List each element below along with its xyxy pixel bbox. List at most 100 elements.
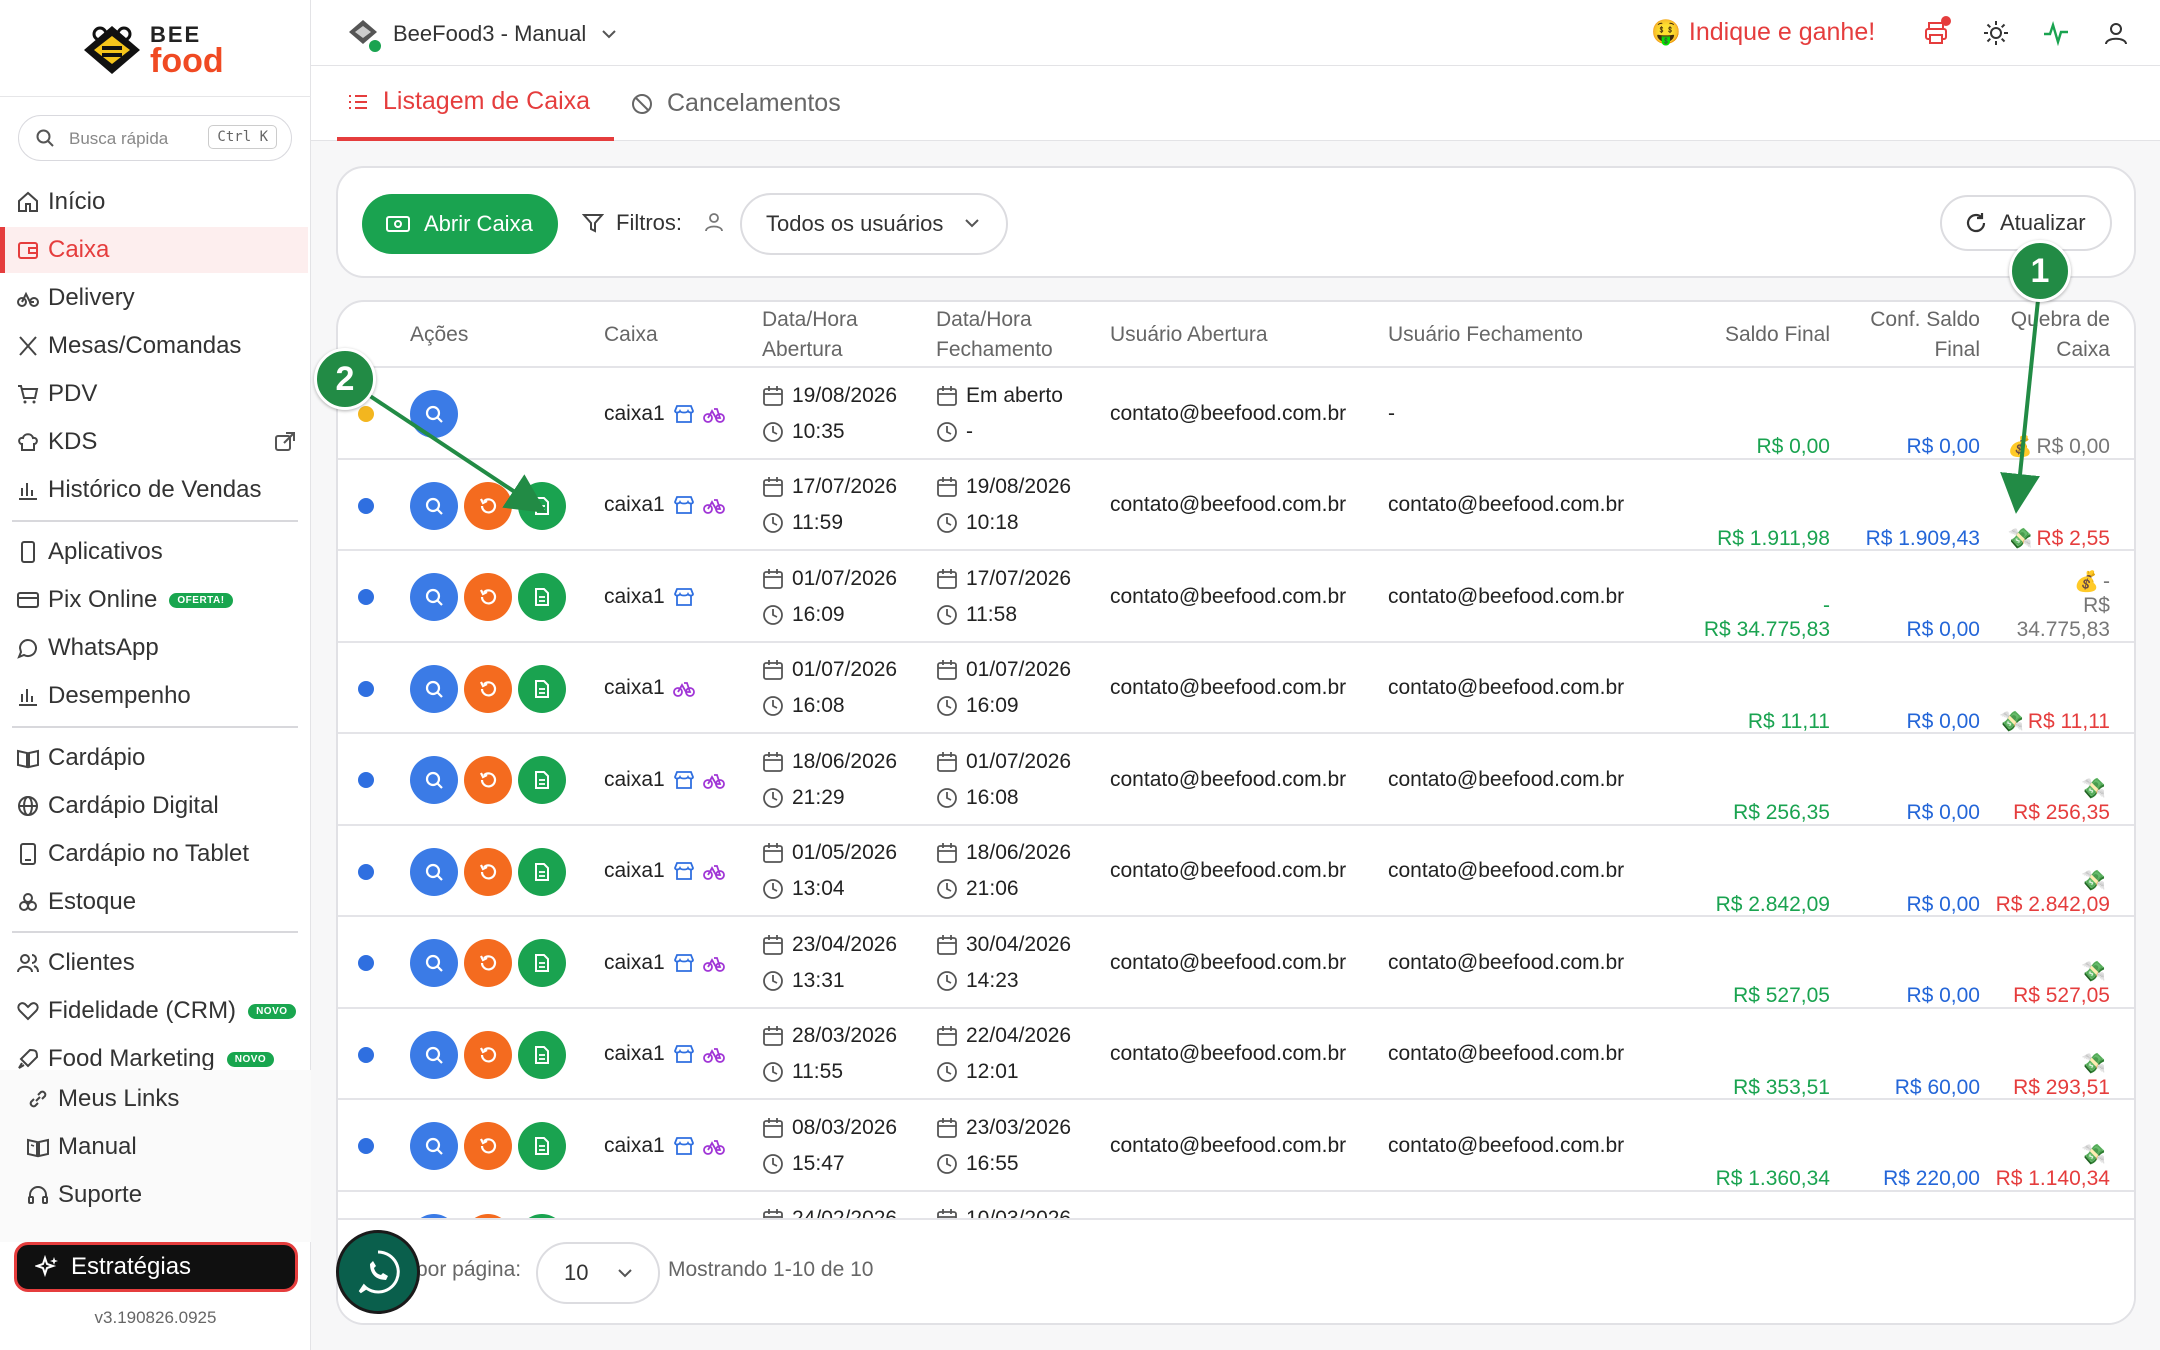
sidebar-link-suporte[interactable]: Suporte (0, 1172, 308, 1218)
view-button[interactable] (410, 664, 458, 713)
store-selector[interactable]: BeeFood3 - Manual (347, 16, 618, 52)
activity-button[interactable] (2039, 16, 2073, 50)
table-body: caixa1 19/08/2026 10:35 Em aberto - contato@b… (338, 368, 2134, 1218)
sidebar-item-mesas-comandas[interactable]: Mesas/Comandas (0, 323, 308, 369)
sidebar-item-label: Cardápio no Tablet (48, 840, 250, 867)
sidebar-item-badge: NOVO (226, 1051, 275, 1067)
sidebar-item-pdv[interactable]: PDV (0, 371, 308, 417)
report-button[interactable] (518, 847, 566, 896)
calendar-icon (937, 751, 957, 772)
reopen-button[interactable] (464, 939, 512, 987)
users-filter-select[interactable]: Todos os usuários (740, 193, 1008, 255)
report-button[interactable] (518, 756, 566, 804)
quebra-caixa: 💸 R$ 1.140,34 (1995, 1144, 2110, 1190)
user-open: contato@beefood.com.br (1110, 676, 1347, 699)
logo[interactable]: BEE food (80, 18, 240, 80)
tab-listagem-caixa[interactable]: Listagem de Caixa (337, 66, 615, 141)
saldo-final: R$ 256,35 (1733, 801, 1830, 824)
reopen-button[interactable] (464, 481, 512, 530)
sidebar-item-pix-online[interactable]: Pix Online OFERTA! (0, 577, 308, 623)
sidebar-item-card-pio[interactable]: Cardápio (0, 735, 308, 781)
status-dot (358, 1046, 374, 1063)
sidebar-item-caixa[interactable]: Caixa (0, 227, 308, 273)
sidebar-item-delivery[interactable]: Delivery (0, 275, 308, 321)
view-button[interactable] (410, 939, 458, 987)
header-usuario-fechamento: Usuário Fechamento (1388, 323, 1583, 346)
reopen-button[interactable] (464, 573, 512, 621)
sidebar-item-badge: OFERTA! (169, 592, 233, 608)
open-cash-label: Abrir Caixa (424, 211, 533, 236)
sidebar-item-hist-rico-de-vendas[interactable]: Histórico de Vendas (0, 467, 308, 513)
close-datetime: Em aberto - (936, 368, 1063, 459)
printer-button[interactable] (1919, 16, 1953, 50)
tab-cancelamentos[interactable]: Cancelamentos (631, 66, 841, 141)
report-button[interactable] (518, 1030, 566, 1079)
conf-saldo-final: R$ 0,00 (1906, 801, 1980, 824)
open-cash-register-button[interactable]: Abrir Caixa (362, 194, 558, 254)
reopen-button[interactable] (464, 1030, 512, 1079)
quebra-caixa: 💸 R$ 2.842,09 (1995, 869, 2110, 916)
header-acoes: Ações (410, 323, 469, 346)
view-button[interactable] (410, 1030, 458, 1079)
calendar-icon (763, 660, 783, 680)
quick-search-input[interactable]: Busca rápida Ctrl K (18, 115, 292, 161)
reopen-button[interactable] (464, 1122, 512, 1170)
divider (12, 931, 298, 933)
table-row: caixa1 24/02/2026 10/03/2026 💸 (338, 1192, 2134, 1218)
view-button[interactable] (410, 481, 458, 530)
sidebar-item-badge: NOVO (248, 1003, 296, 1019)
app-version: v3.190826.0925 (94, 1308, 217, 1327)
theme-toggle-button[interactable] (1979, 16, 2013, 50)
view-button[interactable] (410, 390, 458, 438)
whatsapp-float-button[interactable] (336, 1230, 420, 1314)
report-button[interactable] (518, 481, 566, 530)
reopen-button[interactable] (464, 664, 512, 713)
sun-icon (1984, 21, 2008, 45)
users-filter-value: Todos os usuários (766, 211, 944, 236)
sidebar-item-aplicativos[interactable]: Aplicativos (0, 529, 308, 575)
view-button[interactable] (410, 847, 458, 896)
conf-saldo-final: R$ 0,00 (1906, 984, 1980, 1007)
view-button[interactable] (410, 573, 458, 621)
strategies-button[interactable]: Estratégias (14, 1242, 298, 1292)
open-datetime: 18/06/2026 21:29 (762, 734, 897, 825)
search-icon (425, 863, 443, 881)
view-button[interactable] (410, 1122, 458, 1170)
sidebar-item-card-pio-no-tablet[interactable]: Cardápio no Tablet (0, 831, 308, 877)
view-button[interactable] (410, 756, 458, 804)
sidebar-item-fidelidade-crm[interactable]: Fidelidade (CRM) NOVO (0, 988, 308, 1034)
sidebar-item-desempenho[interactable]: Desempenho (0, 673, 308, 719)
sidebar-link-manual[interactable]: Manual (0, 1124, 308, 1170)
report-button[interactable] (518, 939, 566, 987)
table-row: caixa1 01/07/2026 16:08 01/07/2026 16:09 cont… (338, 643, 2134, 734)
header-abertura: Data/Hora Abertura (762, 308, 858, 361)
status-dot (358, 589, 374, 605)
user-profile-button[interactable] (2099, 16, 2133, 50)
sidebar-item-in-cio[interactable]: Início (0, 179, 308, 225)
close-datetime: 17/07/2026 11:58 (936, 551, 1071, 642)
annotation-badge-2: 2 (314, 348, 376, 410)
referral-link[interactable]: 🤑 Indique e ganhe! (1651, 18, 1875, 47)
sidebar-item-label: Clientes (48, 949, 135, 976)
sidebar-link-meus-links[interactable]: Meus Links (0, 1076, 308, 1122)
report-button[interactable] (518, 1122, 566, 1170)
per-page-select[interactable]: 10 (536, 1242, 660, 1304)
reopen-button[interactable] (464, 847, 512, 896)
quebra-caixa: 💰 - R$ 34.775,83 (2016, 570, 2110, 641)
money-icon: 💸 (2081, 1144, 2106, 1166)
close-datetime: 19/08/2026 10:18 (936, 460, 1071, 551)
chevron-down-icon (965, 219, 979, 228)
user-open: contato@beefood.com.br (1110, 859, 1347, 882)
sidebar-item-clientes[interactable]: Clientes (0, 940, 308, 986)
calendar-icon (763, 385, 783, 406)
sidebar-item-label: Pix Online (48, 586, 158, 613)
report-button[interactable] (518, 664, 566, 713)
report-button[interactable] (518, 573, 566, 621)
sidebar-bottom-links: Meus Links Manual Suporte (0, 1070, 311, 1242)
sidebar-item-whatsapp[interactable]: WhatsApp (0, 625, 308, 671)
reopen-button[interactable] (464, 756, 512, 804)
clock-icon (937, 970, 957, 991)
sidebar-item-kds[interactable]: KDS (0, 419, 308, 465)
sidebar-item-estoque[interactable]: Estoque (0, 879, 308, 925)
sidebar-item-card-pio-digital[interactable]: Cardápio Digital (0, 783, 308, 829)
